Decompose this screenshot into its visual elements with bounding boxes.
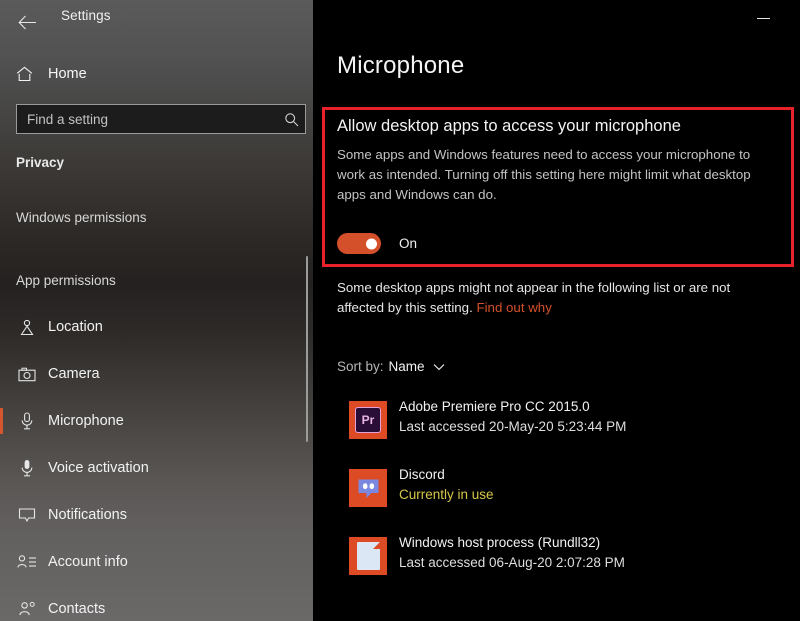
app-name: Adobe Premiere Pro CC 2015.0 bbox=[399, 399, 590, 414]
document-glyph bbox=[356, 542, 380, 570]
back-arrow-icon bbox=[17, 15, 36, 29]
sort-by-control[interactable]: Sort by: Name bbox=[337, 359, 445, 374]
sidebar-item-camera[interactable]: Camera bbox=[0, 357, 295, 391]
search-icon[interactable] bbox=[277, 112, 305, 127]
sidebar-group-app-permissions: App permissions bbox=[16, 273, 116, 288]
sidebar-item-voice-activation[interactable]: Voice activation bbox=[0, 451, 295, 485]
sort-by-label: Sort by: bbox=[337, 359, 384, 374]
sidebar-scrollbar[interactable] bbox=[306, 256, 308, 442]
contacts-icon bbox=[16, 598, 38, 620]
location-icon bbox=[16, 316, 38, 338]
sidebar-item-label-account-info: Account info bbox=[48, 554, 128, 570]
sidebar-item-home[interactable]: Home bbox=[0, 58, 295, 90]
sidebar-item-label-microphone: Microphone bbox=[48, 413, 124, 429]
camera-icon bbox=[16, 363, 38, 385]
back-button[interactable] bbox=[10, 5, 44, 39]
microphone-access-toggle[interactable] bbox=[337, 233, 381, 254]
search-input[interactable] bbox=[17, 111, 277, 127]
microphone-icon bbox=[16, 410, 38, 432]
allow-desktop-apps-heading: Allow desktop apps to access your microp… bbox=[337, 117, 681, 135]
toggle-knob bbox=[366, 238, 377, 249]
list-item[interactable]: Discord Currently in use bbox=[337, 464, 787, 532]
app-name: Discord bbox=[399, 467, 445, 482]
voice-icon bbox=[16, 457, 38, 479]
chevron-down-icon[interactable] bbox=[433, 363, 445, 371]
allow-desktop-apps-description: Some apps and Windows features need to a… bbox=[337, 147, 751, 202]
sidebar-item-label-contacts: Contacts bbox=[48, 601, 106, 617]
microphone-access-toggle-row: On bbox=[337, 233, 417, 254]
sidebar-item-location[interactable]: Location bbox=[0, 310, 295, 344]
home-icon bbox=[16, 66, 40, 82]
sidebar-item-label-notifications: Notifications bbox=[48, 507, 127, 523]
bell-icon bbox=[16, 504, 38, 526]
document-icon bbox=[349, 537, 387, 575]
desktop-apps-note: Some desktop apps might not appear in th… bbox=[337, 278, 769, 318]
page-title: Microphone bbox=[337, 52, 465, 79]
list-item[interactable]: Windows host process (Rundll32) Last acc… bbox=[337, 532, 787, 600]
sidebar-item-account-info[interactable]: Account info bbox=[0, 545, 295, 579]
discord-glyph bbox=[358, 479, 378, 498]
app-status: Last accessed 20-May-20 5:23:44 PM bbox=[399, 419, 627, 434]
sidebar: Settings Home Privacy Windows permission… bbox=[0, 0, 313, 621]
app-status: Last accessed 06-Aug-20 2:07:28 PM bbox=[399, 555, 625, 570]
account-icon bbox=[16, 551, 38, 573]
settings-window: Settings Home Privacy Windows permission… bbox=[0, 0, 800, 621]
discord-icon bbox=[349, 469, 387, 507]
sidebar-item-label-home: Home bbox=[48, 66, 87, 82]
app-list: Pr Adobe Premiere Pro CC 2015.0 Last acc… bbox=[337, 396, 787, 600]
premiere-pro-glyph: Pr bbox=[355, 407, 381, 433]
sidebar-item-notifications[interactable]: Notifications bbox=[0, 498, 295, 532]
minimize-button[interactable] bbox=[748, 6, 778, 30]
sidebar-item-label-voice-activation: Voice activation bbox=[48, 460, 149, 476]
minimize-icon bbox=[756, 17, 770, 19]
app-name: Windows host process (Rundll32) bbox=[399, 535, 601, 550]
main-content: Microphone Allow desktop apps to access … bbox=[313, 0, 800, 621]
find-out-why-link[interactable]: Find out why bbox=[476, 300, 551, 315]
sidebar-group-windows-permissions: Windows permissions bbox=[16, 210, 147, 225]
app-status: Currently in use bbox=[399, 487, 494, 502]
premiere-pro-icon: Pr bbox=[349, 401, 387, 439]
sidebar-section-privacy: Privacy bbox=[16, 155, 65, 170]
sidebar-item-contacts[interactable]: Contacts bbox=[0, 592, 295, 621]
sidebar-item-label-camera: Camera bbox=[48, 366, 100, 382]
app-title: Settings bbox=[61, 8, 111, 23]
search-box[interactable] bbox=[16, 104, 306, 134]
sidebar-item-label-location: Location bbox=[48, 319, 103, 335]
list-item[interactable]: Pr Adobe Premiere Pro CC 2015.0 Last acc… bbox=[337, 396, 787, 464]
sidebar-item-microphone[interactable]: Microphone bbox=[0, 404, 295, 438]
toggle-state-label: On bbox=[399, 236, 418, 251]
sort-by-value: Name bbox=[388, 359, 425, 374]
sidebar-titlebar: Settings bbox=[0, 0, 313, 44]
